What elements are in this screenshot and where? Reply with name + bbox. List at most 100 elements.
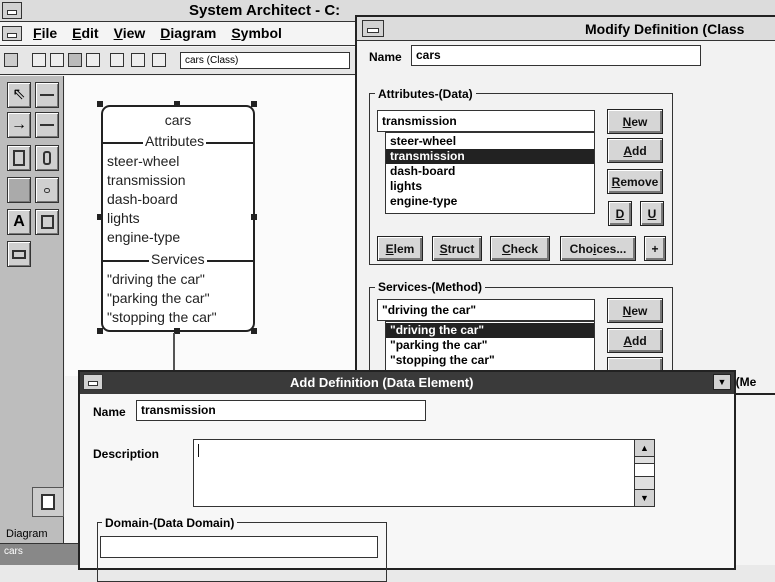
attribute-list-item[interactable]: engine-type [386,194,594,209]
symbol-combo[interactable]: cars (Class) [180,52,350,69]
menu-items: File Edit View Diagram Symbol [33,25,282,41]
domain-group-label: Domain-(Data Domain) [102,516,238,530]
class-name: cars [164,112,192,128]
class-attribute-item: lights [107,210,140,226]
copy-icon[interactable] [50,53,64,67]
menu-item[interactable]: Symbol [231,25,282,41]
resize-handle[interactable] [251,214,257,220]
status-bar: cars [0,543,80,565]
service-list-item[interactable]: "stopping the car" [386,353,594,368]
modify-dialog-control-icon[interactable] [362,20,384,37]
attribute-list-item[interactable]: dash-board [386,164,594,179]
page-icon[interactable] [152,53,166,67]
add-name-label: Name [93,405,126,419]
class-service-item: "stopping the car" [107,309,217,325]
plus-button[interactable]: + [644,236,666,261]
description-scrollbar[interactable]: ▲ ▼ [634,440,654,506]
check-button[interactable]: Check [490,236,550,261]
class-attribute-item: transmission [107,172,186,188]
menu-item[interactable]: Diagram [160,25,216,41]
line-tool[interactable] [35,82,59,108]
doc-control-menu-icon[interactable] [2,26,22,41]
scroll-up-icon[interactable]: ▲ [635,440,654,457]
main-control-menu-icon[interactable] [2,2,22,19]
attributes-group-label: Attributes-(Data) [375,87,476,101]
save-icon[interactable] [68,53,82,67]
scroll-thumb[interactable] [635,463,654,477]
add-dialog-control-icon[interactable] [83,374,103,390]
modify-name-field[interactable]: cars [411,45,701,66]
arrow-right-tool[interactable]: → [7,112,31,138]
rounded-rect-tool[interactable] [35,145,59,171]
frame-tool[interactable] [7,241,31,267]
add-dialog-minimize-button[interactable]: ▼ [713,374,731,390]
service-add-button[interactable]: Add [607,328,663,353]
text-tool[interactable]: A [7,209,31,235]
class-symbol[interactable]: cars Attributes steer-wheel transmission d… [101,105,255,332]
attribute-new-button[interactable]: New [607,109,663,134]
class-attribute-item: dash-board [107,191,178,207]
class-service-item: "driving the car" [107,271,205,287]
dash-tool[interactable] [35,112,59,138]
open-icon[interactable] [4,53,18,67]
add-dialog-title: Add Definition (Data Element) [290,375,474,390]
services-group-label: Services-(Method) [375,280,486,294]
scroll-down-icon[interactable]: ▼ [635,489,654,506]
attributes-listbox[interactable]: steer-wheel transmission dash-board lights e… [385,132,595,214]
small-shape-tool[interactable] [35,177,59,203]
attributes-header: Attributes [143,132,207,151]
fill-tool[interactable] [7,177,31,203]
diagram-icon[interactable] [32,487,64,517]
menu-item[interactable]: Edit [72,25,98,41]
resize-handle[interactable] [97,214,103,220]
services-header: Services [149,250,207,269]
description-textarea[interactable]: ▲ ▼ [193,439,655,507]
select-arrow-tool[interactable]: ⇖ [7,82,31,108]
service-list-item[interactable]: "driving the car" [386,323,594,338]
connector-line [173,333,175,373]
class-attribute-item: engine-type [107,229,181,245]
table-icon[interactable] [131,53,145,67]
class-attribute-item: steer-wheel [107,153,180,169]
status-text: cars [4,546,23,557]
resize-handle[interactable] [97,328,103,334]
resize-handle[interactable] [174,101,180,107]
description-label: Description [93,447,160,461]
class-services-list: "driving the car" "parking the car" "stopp… [107,270,217,327]
resize-handle[interactable] [251,328,257,334]
attribute-list-item[interactable]: transmission [386,149,594,164]
service-list-item[interactable]: "parking the car" [386,338,594,353]
attribute-input[interactable]: transmission [377,110,595,132]
service-input[interactable]: "driving the car" [377,299,595,321]
resize-handle[interactable] [97,101,103,107]
text-cursor [198,444,199,457]
rect-tool[interactable] [7,145,31,171]
attribute-list-item[interactable]: steer-wheel [386,134,594,149]
attribute-down-button[interactable]: D [608,201,632,226]
box-tool[interactable] [35,209,59,235]
add-definition-dialog: Add Definition (Data Element) ▼ Name tra… [78,370,736,582]
new-page-icon[interactable] [32,53,46,67]
service-new-button[interactable]: New [607,298,663,323]
modify-name-label: Name [369,50,402,64]
toolbar: cars (Class) [0,47,355,75]
menu-item[interactable]: File [33,25,57,41]
add-name-field[interactable]: transmission [136,400,426,421]
grid-icon[interactable] [110,53,124,67]
attribute-up-button[interactable]: U [640,201,664,226]
modify-dialog-title: Modify Definition (Class [585,21,745,37]
struct-button[interactable]: Struct [432,236,482,261]
choices-button[interactable]: Cho i ces... [560,236,636,261]
attribute-list-item[interactable]: lights [386,179,594,194]
diagram-icon-label: Diagram [6,528,48,540]
class-attributes-list: steer-wheel transmission dash-board lights e… [107,152,186,247]
attribute-add-button[interactable]: Add [607,138,663,163]
menu-item[interactable]: View [114,25,146,41]
main-window-title: System Architect - C: [189,2,341,19]
attribute-remove-button[interactable]: Remove [607,169,663,194]
print-icon[interactable] [86,53,100,67]
elem-button[interactable]: Elem [377,236,423,261]
class-service-item: "parking the car" [107,290,210,306]
resize-handle[interactable] [251,101,257,107]
domain-input[interactable] [100,536,378,558]
